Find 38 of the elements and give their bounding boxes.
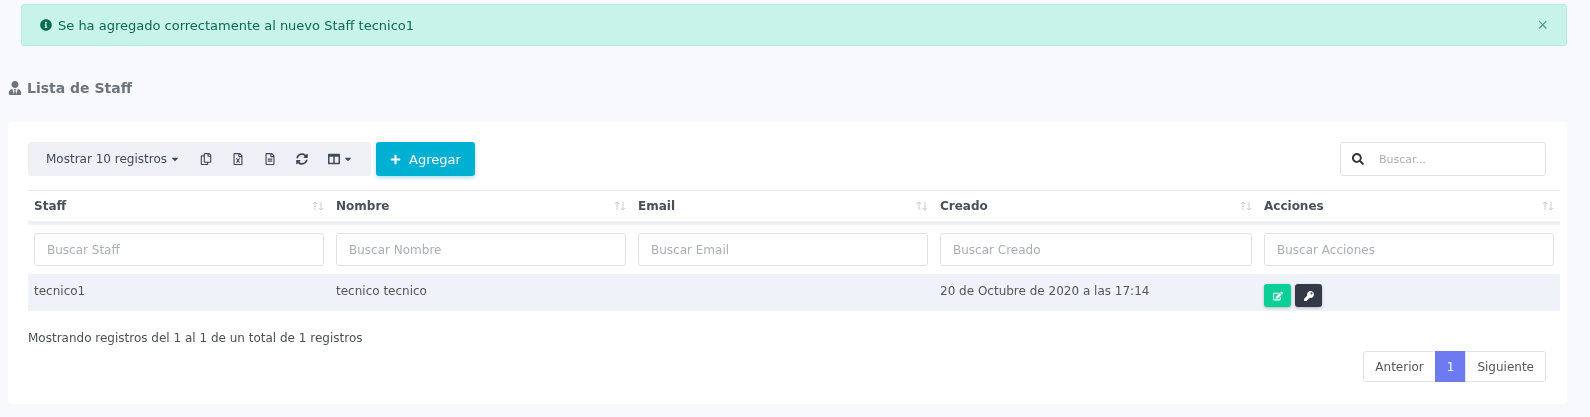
search-field[interactable]: Buscar... (1340, 142, 1546, 176)
column-header[interactable]: Email (632, 190, 934, 225)
length-menu-button[interactable]: Mostrar 10 registros (36, 142, 190, 176)
copy-icon (200, 153, 212, 165)
table-cell: tecnico1 (28, 274, 330, 311)
sort-icon (312, 201, 324, 211)
column-header[interactable]: Nombre (330, 190, 632, 225)
sort-icon (614, 201, 626, 211)
document-icon (264, 153, 276, 165)
sort-icon (1542, 201, 1554, 211)
edit-icon (1272, 290, 1283, 301)
table-info: Mostrando registros del 1 al 1 de un total de 1 registros (28, 331, 364, 345)
filter-field[interactable]: Buscar Creado (940, 233, 1252, 266)
page-heading: Lista de Staff (27, 80, 133, 96)
column-header[interactable]: Creado (934, 190, 1258, 225)
table-cell: tecnico tecnico (330, 274, 632, 311)
search-icon (1352, 153, 1364, 165)
spreadsheet-file-icon (232, 153, 244, 165)
table-cell: 20 de Octubre de 2020 a las 17:14 (934, 274, 1258, 311)
key-button[interactable] (1295, 284, 1322, 307)
column-header[interactable]: Staff (28, 190, 330, 225)
page-button[interactable]: 1 (1434, 351, 1467, 382)
page-button[interactable]: Anterior (1363, 351, 1436, 382)
page-button[interactable]: Siguiente (1465, 351, 1546, 382)
key-icon (1303, 290, 1314, 301)
user-icon (8, 81, 22, 95)
refresh-icon (296, 153, 308, 165)
filter-field[interactable]: Buscar Acciones (1264, 233, 1554, 266)
sort-icon (1240, 201, 1252, 211)
plus-icon (390, 153, 401, 165)
filter-field[interactable]: Buscar Email (638, 233, 928, 266)
column-header[interactable]: Acciones (1258, 190, 1560, 225)
sort-icon (916, 201, 928, 211)
columns-icon (328, 153, 340, 165)
alert-text: Se ha agregado correctamente al nuevo Staff tecnico1 (58, 17, 415, 33)
filter-field[interactable]: Buscar Staff (34, 233, 324, 266)
filter-field[interactable]: Buscar Nombre (336, 233, 626, 266)
info-icon (40, 19, 52, 31)
